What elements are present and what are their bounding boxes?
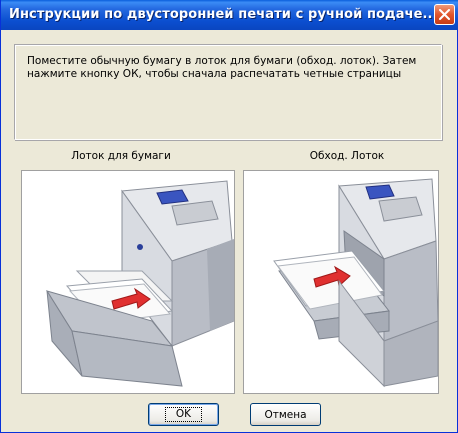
ok-button-label: OK xyxy=(164,407,203,422)
instruction-box: Поместите обычную бумагу в лоток для бум… xyxy=(14,44,442,140)
close-icon xyxy=(439,9,450,20)
bypass-tray-illustration xyxy=(243,170,439,394)
cancel-button[interactable]: Отмена xyxy=(250,403,321,426)
instruction-text: Поместите обычную бумагу в лоток для бум… xyxy=(27,55,437,81)
window-title: Инструкции по двусторонней печати с ручн… xyxy=(9,7,438,22)
cancel-button-label: Отмена xyxy=(264,408,307,421)
printer-bypass-tray-image xyxy=(273,178,438,388)
printer-paper-tray-image xyxy=(45,180,234,387)
paper-tray-caption: Лоток для бумаги xyxy=(71,150,171,162)
paper-tray-illustration xyxy=(21,170,235,394)
dialog-window: Инструкции по двусторонней печати с ручн… xyxy=(0,0,458,433)
instruction-line-1: Поместите обычную бумагу в лоток для бум… xyxy=(27,55,417,67)
close-button[interactable] xyxy=(434,4,455,25)
title-bar[interactable]: Инструкции по двусторонней печати с ручн… xyxy=(1,0,458,30)
ok-button[interactable]: OK xyxy=(148,403,219,426)
bypass-tray-caption: Обход. Лоток xyxy=(309,150,385,162)
instruction-line-2: нажмите кнопку ОК, чтобы сначала распеча… xyxy=(27,68,402,80)
